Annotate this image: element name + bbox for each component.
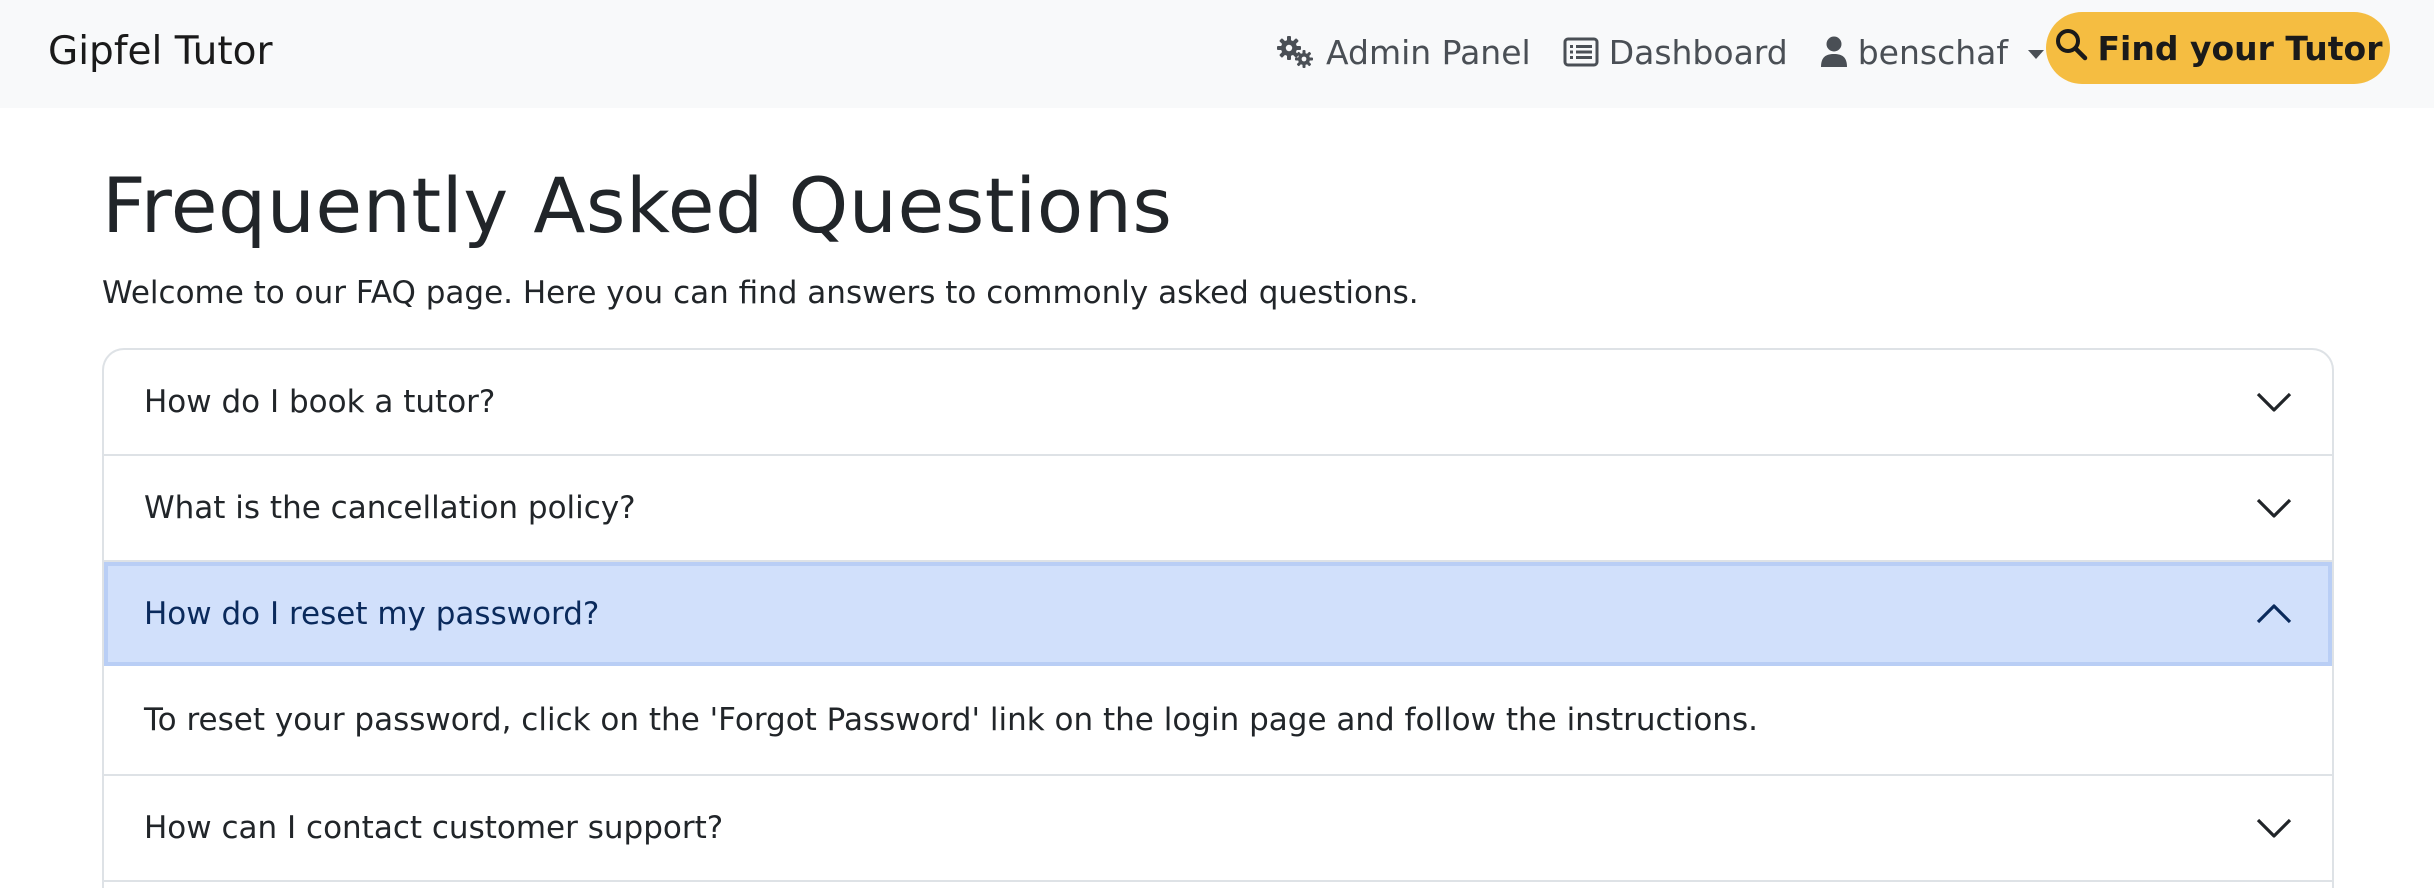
faq-item-expanded: How do I reset my password? To reset you… [104,562,2332,776]
chevron-down-icon [2256,817,2292,839]
find-tutor-button[interactable]: Find your Tutor [2046,12,2390,84]
nav-user-dropdown[interactable]: benschaf [1820,33,2044,72]
faq-accordion: How do I book a tutor? What is the cance… [102,348,2334,888]
chevron-down-icon [2256,391,2292,413]
faq-item: How can I contact customer support? [104,776,2332,882]
chevron-down-icon [2028,49,2044,59]
chevron-down-icon [2256,497,2292,519]
faq-question: How do I book a tutor? [144,384,496,420]
nav-dashboard-label: Dashboard [1608,32,1788,72]
faq-question-button-active[interactable]: How do I reset my password? [104,562,2332,666]
faq-question: How do I reset my password? [144,596,600,632]
page-title: Frequently Asked Questions [102,161,1173,250]
search-icon [2054,27,2088,69]
gears-icon [1276,35,1316,69]
faq-answer: To reset your password, click on the 'Fo… [104,666,2332,774]
page-intro: Welcome to our FAQ page. Here you can fi… [102,275,1419,311]
faq-answer-text: To reset your password, click on the 'Fo… [144,702,1758,738]
user-icon [1820,36,1848,68]
nav-links: Admin Panel Dashboard benschaf [1276,26,2044,78]
list-icon [1563,37,1599,67]
faq-question-button[interactable]: How can I contact customer support? [104,776,2332,880]
brand-logo-link[interactable]: Gipfel Tutor [48,26,273,78]
find-tutor-label: Find your Tutor [2097,28,2383,68]
nav-dashboard[interactable]: Dashboard [1563,33,1788,72]
faq-question: What is the cancellation policy? [144,490,636,526]
top-navbar: Gipfel Tutor Admin Panel Dashboard bensc… [0,0,2434,108]
nav-admin-panel[interactable]: Admin Panel [1276,33,1531,72]
faq-item: How do I book a tutor? [104,350,2332,456]
faq-item: What is the cancellation policy? [104,456,2332,562]
chevron-up-icon [2256,603,2292,625]
faq-question-button[interactable]: How do I book a tutor? [104,350,2332,454]
faq-question-button[interactable]: What is the cancellation policy? [104,456,2332,560]
nav-username: benschaf [1857,32,2008,72]
nav-admin-panel-label: Admin Panel [1326,32,1531,72]
faq-question: How can I contact customer support? [144,810,724,846]
